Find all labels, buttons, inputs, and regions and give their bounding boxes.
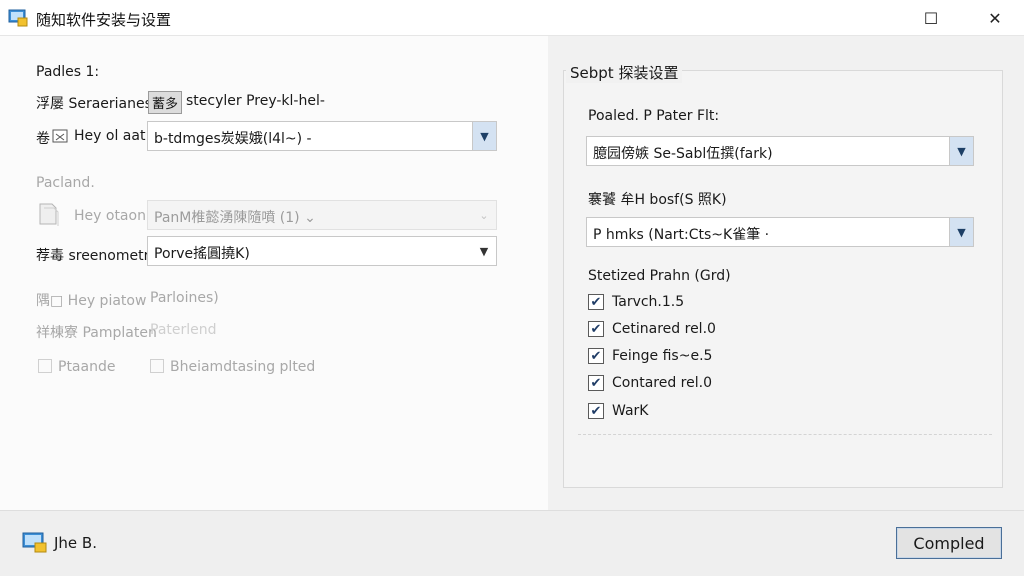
section2-label: Pacland. [36,175,95,191]
close-button[interactable]: ✕ [972,0,1018,36]
list-label: Stetized Prahn (Grd) [588,268,731,284]
item1-checkbox[interactable]: ✔ [588,294,604,310]
item2-checkbox[interactable]: ✔ [588,321,604,337]
bheiamd-checkbox [150,359,164,373]
field1-value: 臆园傍嫉 Se-Sabl伍撰(fark) [593,146,773,162]
group-divider [578,434,992,435]
row1-value: stecyler Prey-kl-hel- [186,93,325,109]
document-icon [39,203,59,226]
item5-label: WarK [612,403,649,419]
item3-checkbox[interactable]: ✔ [588,348,604,364]
dialog-body: Padles 1: 浮屡 Seraerianes 蓄多 stecyler Pre… [0,36,1024,510]
group-title: Sebpt 探装设置 [566,62,683,83]
complete-button-label: Compled [913,533,985,553]
row2-label: Hey ol aat: [74,128,151,144]
installer-app-icon [22,532,47,553]
item4-label: Contared rel.0 [612,375,712,391]
item4-checkbox[interactable]: ✔ [588,375,604,391]
close-icon: ✕ [988,8,1002,28]
row4-dropdown[interactable]: Porve搖圓撓K) ▼ [147,236,497,266]
row4-value: Porve搖圓撓K) [154,246,250,262]
row6-value: Paterlend [150,322,217,338]
maximize-icon: ☐ [923,8,939,28]
row1-label: 浮屡 Seraerianes [36,96,152,112]
field2-value: P hmks (Nart:Cts~K雀筆 · [593,227,770,243]
chevron-down-icon: ▼ [949,137,973,165]
left-settings-panel: Padles 1: 浮屡 Seraerianes 蓄多 stecyler Pre… [0,36,548,510]
window-title: 随知软件安装与设置 [36,11,172,29]
row3-label: Hey otaon [74,208,146,224]
chevron-down-icon: ▼ [472,122,496,150]
row2-dropdown[interactable]: b-tdmges炭娱娥(l4l~) - ▼ [147,121,497,151]
bheiamd-label: Bheiamdtasing plted [170,359,316,375]
chevron-down-icon: ▼ [949,218,973,246]
row4-label: 荐毒 sreenometr [36,248,150,264]
field1-dropdown[interactable]: 臆园傍嫉 Se-Sabl伍撰(fark) ▼ [586,136,974,166]
item3-label: Feinge fis~e.5 [612,348,713,364]
installer-app-icon [8,9,28,27]
row5-value: Parloines) [150,290,219,306]
item1-label: Tarvch.1.5 [612,294,685,310]
section1-label: Padles 1: [36,64,100,80]
row6-label: 祥棟寮 Pamplaten [36,325,157,341]
dialog-footer: Jhe B. Compled [0,510,1024,576]
field2-dropdown[interactable]: P hmks (Nart:Cts~K雀筆 · ▼ [586,217,974,247]
chevron-down-icon: ▼ [479,244,489,258]
row2-prefix: 卷 [36,131,50,147]
field1-label: Poaled. P Pater Flt: [588,108,720,124]
row5-label: 隅□ Hey piatow [36,293,147,309]
ptaande-label: Ptaande [58,359,116,375]
complete-button[interactable]: Compled [896,527,1002,559]
maximize-button[interactable]: ☐ [908,0,954,36]
row1-chip[interactable]: 蓄多 [148,91,183,114]
ptaande-checkbox [38,359,52,373]
footer-status-text: Jhe B. [54,534,97,552]
row3-dropdown: PanM椎懿湧陳隨噴 (1) ⌄ ⌄ [147,200,497,230]
title-bar: 随知软件安装与设置 ☐ ✕ [0,0,1024,36]
row3-value: PanM椎懿湧陳隨噴 (1) ⌄ [154,210,316,226]
small-window-icon [52,129,68,143]
item2-label: Cetinared rel.0 [612,321,716,337]
chevron-down-icon: ⌄ [479,208,489,222]
row2-value: b-tdmges炭娱娥(l4l~) - [154,131,312,147]
item5-checkbox[interactable]: ✔ [588,403,604,419]
field2-label: 褰饕 牟H bosf(S 照K) [588,192,727,208]
